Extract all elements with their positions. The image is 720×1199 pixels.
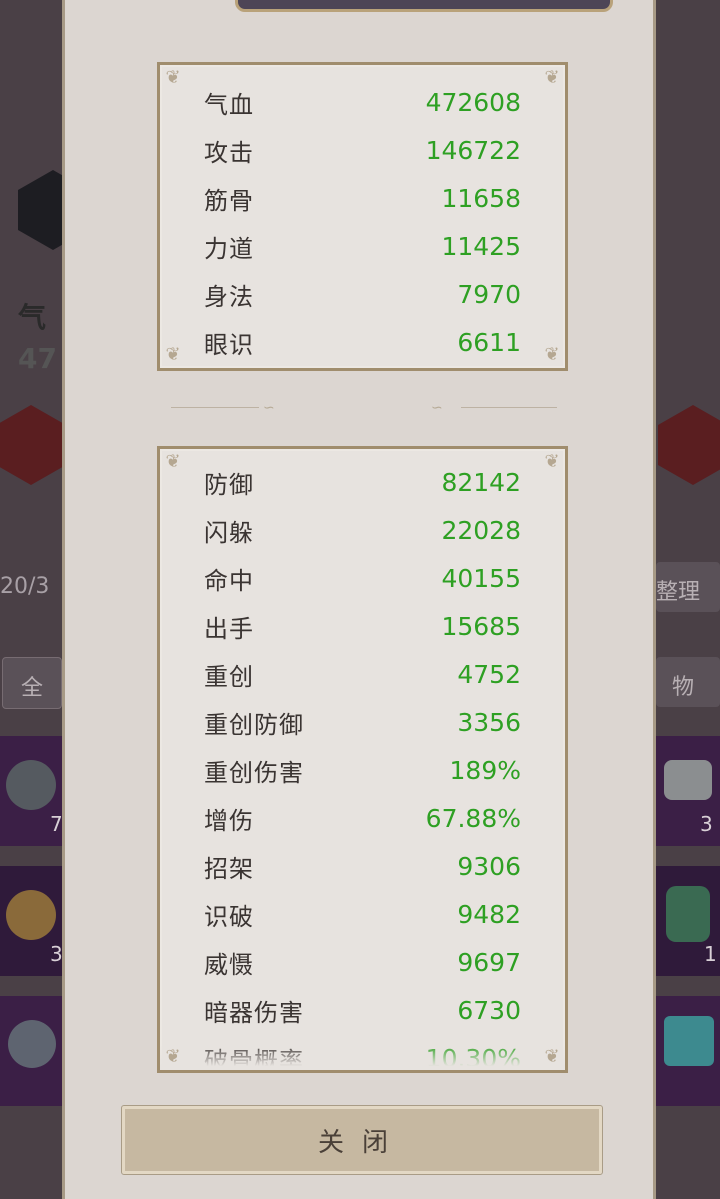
stat-value: 9482 <box>457 899 521 929</box>
stat-name: 识破 <box>204 902 254 931</box>
ore-item-icon <box>6 760 56 810</box>
secondary-stat-row: 重创伤害 189% <box>204 746 521 794</box>
corner-ornament-icon: ❦ <box>544 344 560 365</box>
secondary-attributes-panel[interactable]: ❦ ❦ ❦ ❦ 防御 82142 闪躲 22028 命中 40155 出手 15685 重创 47… <box>157 446 568 1073</box>
stat-name: 气血 <box>204 90 254 119</box>
corner-ornament-icon: ❦ <box>544 67 560 88</box>
stat-name: 暗器伤害 <box>204 998 304 1027</box>
corner-ornament-icon: ❦ <box>544 451 560 472</box>
stat-value: 4752 <box>457 659 521 689</box>
stat-value: 40155 <box>441 563 521 593</box>
secondary-stat-row: 招架 9306 <box>204 842 521 890</box>
secondary-stat-row: 闪躲 22028 <box>204 506 521 554</box>
stat-value: 9306 <box>457 851 521 881</box>
background-tab-items: 物 <box>656 657 720 707</box>
primary-stat-row: 攻击 146722 <box>204 126 521 174</box>
corner-ornament-icon: ❦ <box>165 451 181 472</box>
primary-stat-list: 气血 472608 攻击 146722 筋骨 11658 力道 11425 身法 7970 眼识 66… <box>204 78 521 366</box>
item-count: 3 <box>50 942 63 966</box>
corner-ornament-icon: ❦ <box>544 1046 560 1067</box>
stat-value: 67.88% <box>425 803 521 833</box>
stat-name: 重创伤害 <box>204 758 304 787</box>
secondary-stat-row: 防御 82142 <box>204 458 521 506</box>
secondary-stat-row: 重创防御 3356 <box>204 698 521 746</box>
leaf-item-icon <box>6 890 56 940</box>
background-tab-all: 全 <box>2 657 62 709</box>
stat-value: 6611 <box>457 327 521 357</box>
dialog-title-frame <box>235 0 613 12</box>
stat-name: 重创 <box>204 662 254 691</box>
secondary-stat-row: 命中 40155 <box>204 554 521 602</box>
corner-ornament-icon: ❦ <box>165 67 181 88</box>
primary-stat-row: 筋骨 11658 <box>204 174 521 222</box>
primary-attributes-panel: ❦ ❦ ❦ ❦ 气血 472608 攻击 146722 筋骨 11658 力道 11425 身法… <box>157 62 568 371</box>
orb-item-icon <box>8 1020 56 1068</box>
background-counter: 20/3 <box>0 574 50 599</box>
section-divider: ∽ ∽ <box>171 400 557 416</box>
primary-stat-row: 气血 472608 <box>204 78 521 126</box>
stat-name: 身法 <box>204 282 254 311</box>
stat-name: 命中 <box>204 566 254 595</box>
stat-value: 82142 <box>441 467 521 497</box>
primary-stat-row: 力道 11425 <box>204 222 521 270</box>
stat-name: 重创防御 <box>204 710 304 739</box>
stat-name: 威慑 <box>204 950 254 979</box>
item-count: 3 <box>700 812 713 836</box>
stat-name: 增伤 <box>204 806 254 835</box>
background-sort-button: 整理 <box>656 562 720 612</box>
stat-value: 22028 <box>441 515 521 545</box>
corner-ornament-icon: ❦ <box>165 344 181 365</box>
stat-name: 筋骨 <box>204 186 254 215</box>
stat-value: 146722 <box>425 135 521 165</box>
divider-ornament-icon: ∽ <box>431 400 443 416</box>
stat-value: 6730 <box>457 995 521 1025</box>
item-count: 7 <box>50 812 63 836</box>
secondary-stat-list: 防御 82142 闪躲 22028 命中 40155 出手 15685 重创 4752 重创防御 33… <box>204 458 521 1071</box>
secondary-stat-row: 出手 15685 <box>204 602 521 650</box>
background-number: 47 <box>18 342 57 375</box>
crystal-item-icon <box>664 1016 714 1066</box>
item-count: 1 <box>704 942 717 966</box>
close-button[interactable]: 关闭 <box>121 1105 603 1175</box>
stat-name: 力道 <box>204 234 254 263</box>
stat-value: 189% <box>449 755 521 785</box>
stat-name: 防御 <box>204 470 254 499</box>
attribute-detail-dialog: ❦ ❦ ❦ ❦ 气血 472608 攻击 146722 筋骨 11658 力道 11425 身法… <box>62 0 656 1199</box>
background-label: 气 <box>18 301 47 334</box>
scroll-fade <box>160 1044 565 1070</box>
stat-value: 11425 <box>441 231 521 261</box>
stat-value: 15685 <box>441 611 521 641</box>
primary-stat-row: 眼识 6611 <box>204 318 521 366</box>
stone-item-icon <box>664 760 712 800</box>
stat-value: 7970 <box>457 279 521 309</box>
divider-ornament-icon: ∽ <box>263 400 275 416</box>
primary-stat-row: 身法 7970 <box>204 270 521 318</box>
secondary-stat-row: 威慑 9697 <box>204 938 521 986</box>
secondary-stat-row: 重创 4752 <box>204 650 521 698</box>
secondary-stat-row: 识破 9482 <box>204 890 521 938</box>
corner-ornament-icon: ❦ <box>165 1046 181 1067</box>
secondary-stat-row: 暗器伤害 6730 <box>204 986 521 1034</box>
stat-name: 闪躲 <box>204 518 254 547</box>
stat-name: 攻击 <box>204 138 254 167</box>
secondary-stat-row: 增伤 67.88% <box>204 794 521 842</box>
stat-value: 11658 <box>441 183 521 213</box>
jade-item-icon <box>666 886 710 942</box>
stat-name: 出手 <box>204 614 254 643</box>
stat-name: 招架 <box>204 854 254 883</box>
stat-value: 9697 <box>457 947 521 977</box>
stat-value: 3356 <box>457 707 521 737</box>
stat-value: 472608 <box>425 87 521 117</box>
stat-name: 眼识 <box>204 330 254 359</box>
